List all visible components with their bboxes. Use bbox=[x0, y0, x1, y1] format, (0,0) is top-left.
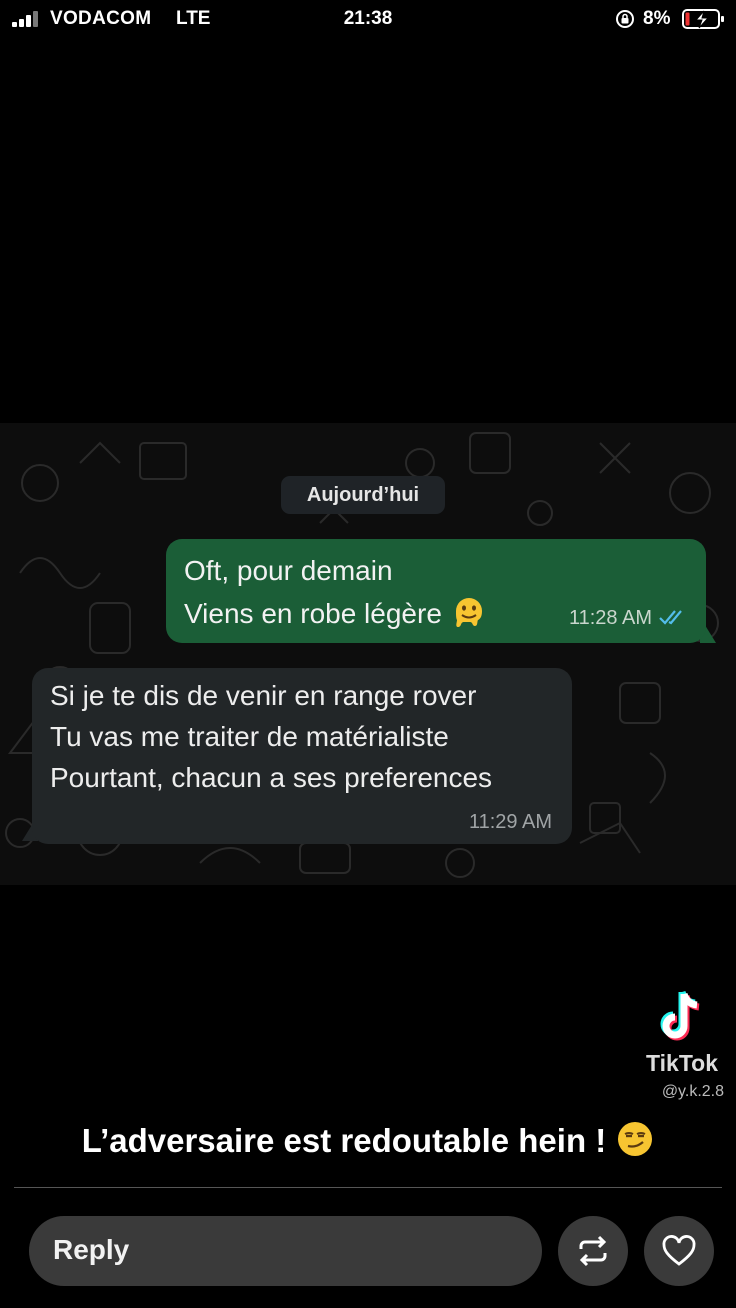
heart-icon bbox=[662, 1235, 696, 1266]
message-time: 11:28 AM bbox=[568, 607, 652, 629]
message-time: 11:29 AM bbox=[468, 811, 552, 833]
read-receipt-icon bbox=[659, 610, 682, 625]
watermark-brand: TikTok bbox=[646, 1050, 718, 1076]
rotation-lock-icon bbox=[616, 10, 634, 28]
repost-button[interactable] bbox=[558, 1216, 628, 1286]
watermark-username: @y.k.2.8 bbox=[661, 1083, 724, 1100]
message-meta: 11:28 AM bbox=[569, 607, 688, 630]
message-line-text: Viens en robe légère bbox=[184, 598, 442, 629]
outgoing-message: Oft, pour demain Viens en robe légère 11… bbox=[166, 539, 706, 643]
message-line: Tu vas me traiter de matérialiste bbox=[50, 721, 449, 752]
repost-icon bbox=[579, 1235, 607, 1267]
message-line: Pourtant, chacun a ses preferences bbox=[50, 762, 493, 793]
divider bbox=[14, 1187, 722, 1188]
incoming-message: Si je te dis de venir en range rover Tu … bbox=[32, 668, 572, 844]
message-line: Oft, pour demain bbox=[184, 555, 393, 586]
battery-charging-icon bbox=[682, 9, 724, 29]
reply-placeholder: Reply bbox=[53, 1234, 130, 1265]
caption-text: L’adversaire est redoutable hein ! bbox=[81, 1122, 607, 1159]
melting-face-icon bbox=[455, 598, 482, 627]
message-line: Si je te dis de venir en range rover bbox=[50, 680, 477, 711]
battery-percent: 8% bbox=[643, 8, 671, 29]
status-bar: VODACOM LTE 21:38 8% bbox=[0, 0, 736, 38]
chat-screenshot: Aujourd’hui Oft, pour demain Viens en ro… bbox=[0, 423, 736, 885]
reply-input[interactable]: Reply bbox=[29, 1216, 542, 1286]
like-button[interactable] bbox=[644, 1216, 714, 1286]
message-line: Viens en robe légère bbox=[184, 593, 488, 631]
date-separator: Aujourd’hui bbox=[281, 476, 445, 514]
smirking-face-icon bbox=[618, 1122, 653, 1156]
story-caption: L’adversaire est redoutable hein ! bbox=[0, 1120, 736, 1160]
tiktok-logo-icon bbox=[660, 990, 700, 1041]
